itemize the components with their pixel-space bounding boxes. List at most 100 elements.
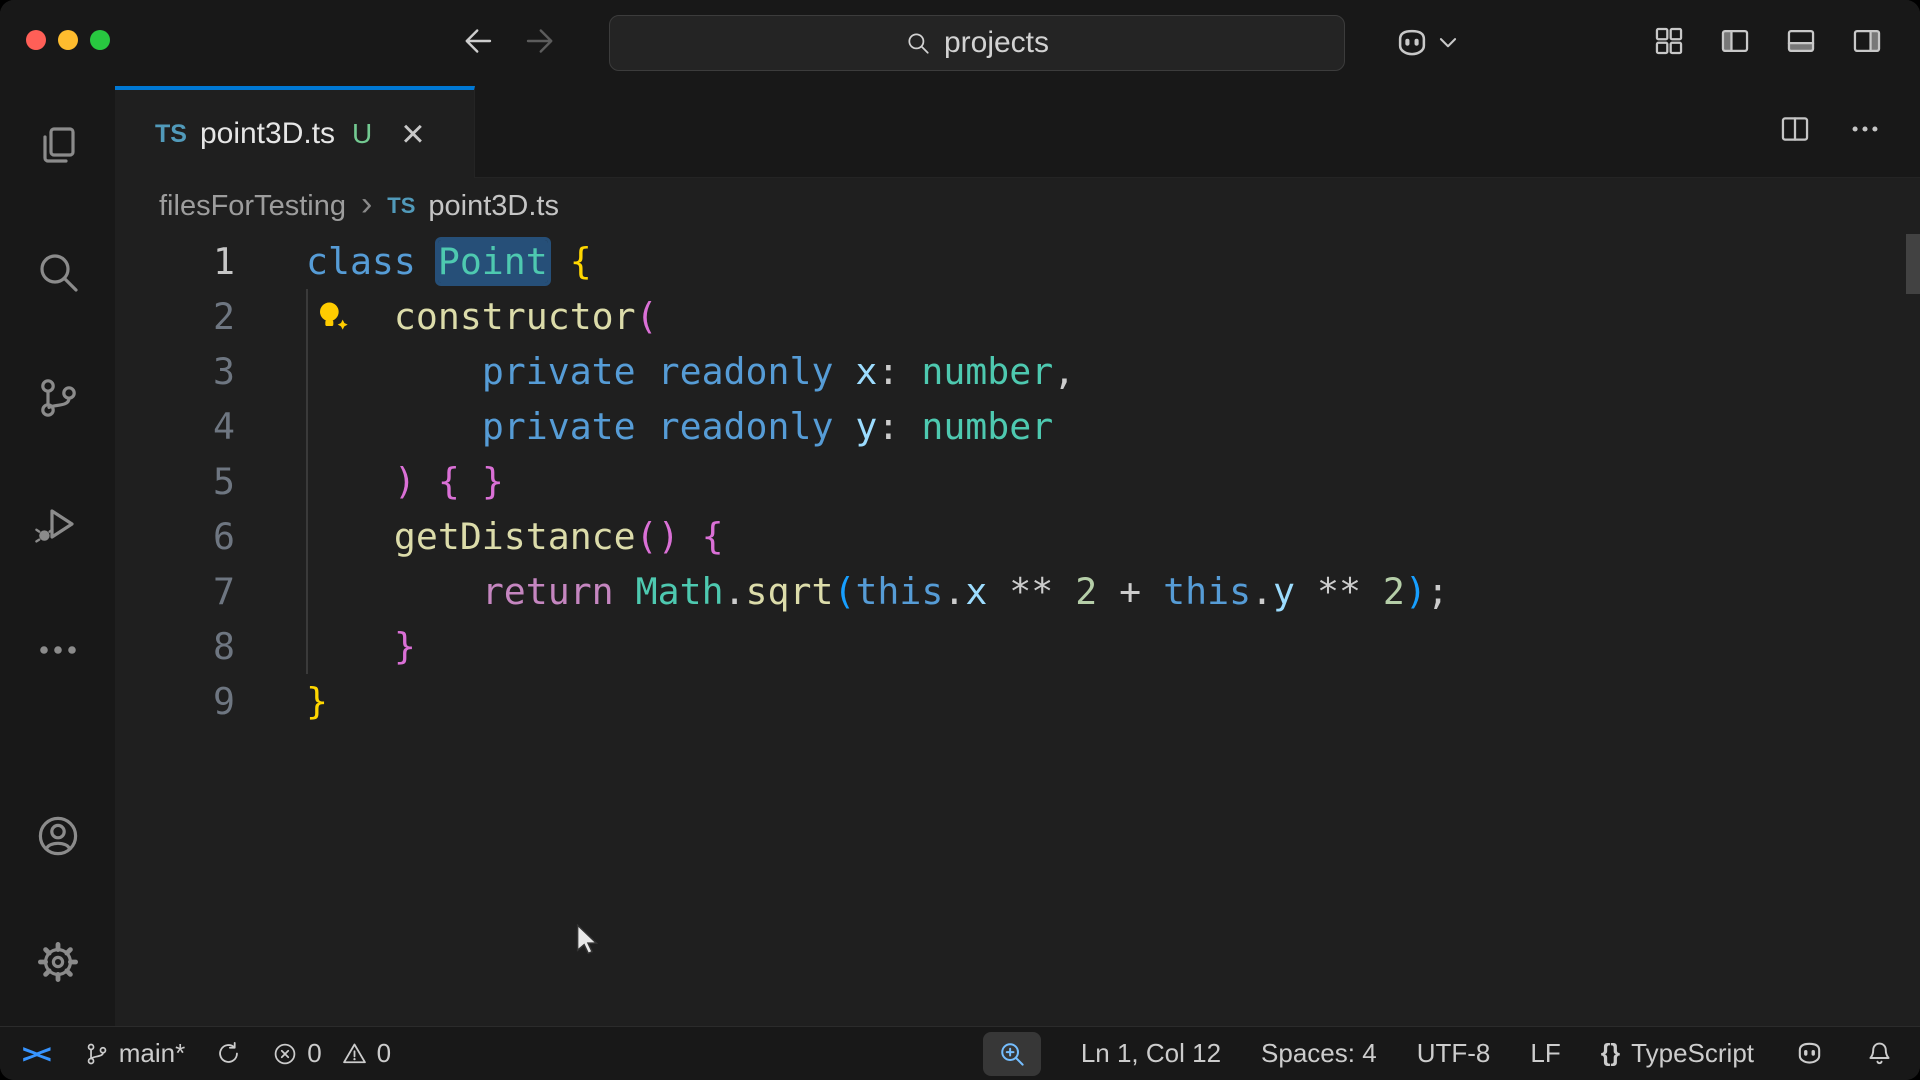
sync-button[interactable]: [215, 1040, 242, 1067]
problems-status[interactable]: 0 0: [272, 1038, 391, 1069]
code-token: }: [481, 460, 504, 503]
warning-count: 0: [376, 1038, 392, 1068]
code-token: this: [1163, 570, 1252, 613]
copilot-status[interactable]: [1794, 1038, 1825, 1069]
code-token: ,: [1053, 350, 1076, 393]
line-number: 3: [213, 350, 235, 393]
back-arrow-icon: [465, 28, 492, 53]
command-center-search[interactable]: projects: [609, 15, 1345, 71]
copilot-menu-button[interactable]: [1393, 0, 1457, 86]
eol-status[interactable]: LF: [1530, 1038, 1560, 1069]
activity-explorer[interactable]: [34, 122, 82, 170]
code-text: }: [306, 674, 328, 729]
activity-search[interactable]: [34, 248, 82, 296]
toggle-primary-sidebar-button[interactable]: [1718, 24, 1752, 63]
braces-icon: {}: [1600, 1039, 1621, 1067]
word-highlight: Point: [437, 240, 548, 283]
minimize-window-button[interactable]: [58, 30, 78, 50]
vertical-scrollbar[interactable]: [1906, 234, 1920, 294]
code-token: readonly: [657, 405, 834, 448]
code-token: }: [393, 625, 416, 668]
copilot-icon: [1798, 1042, 1821, 1064]
split-editor-button[interactable]: [1778, 112, 1812, 151]
code-text: getDistance() {: [306, 509, 724, 564]
code-line[interactable]: 9}: [115, 674, 1920, 729]
tab-bar: TS point3D.ts U ×: [115, 86, 1920, 178]
line-number: 4: [213, 405, 235, 448]
error-count: 0: [307, 1038, 322, 1068]
line-number: 5: [213, 460, 235, 503]
indent-guide: [306, 289, 308, 674]
close-tab-button[interactable]: ×: [401, 114, 424, 154]
code-token: (: [833, 570, 856, 613]
code-token: .: [723, 570, 746, 613]
code-line[interactable]: 1 class Point {: [115, 234, 1920, 289]
code-text: private readonly x: number,: [306, 344, 1075, 399]
status-bar: >< main* 0 0 Ln 1, Col 12 Spaces: 4 UTF-…: [0, 1026, 1920, 1080]
code-token: ): [1404, 570, 1427, 613]
code-token: Math: [635, 570, 724, 613]
git-branch-icon: [87, 1043, 107, 1064]
ellipsis-icon: [1852, 126, 1878, 132]
code-editor[interactable]: 1 class Point {2 constructor(3 private re…: [115, 234, 1920, 1026]
code-token: (): [635, 515, 680, 558]
customize-layout-button[interactable]: [1652, 24, 1686, 63]
tab-point3d[interactable]: TS point3D.ts U ×: [115, 86, 475, 178]
code-token: 2: [1382, 570, 1405, 613]
code-text: }: [306, 619, 416, 674]
back-button[interactable]: [460, 23, 496, 64]
git-branch-icon: [40, 379, 76, 417]
code-line[interactable]: 6 getDistance() {: [115, 509, 1920, 564]
activity-source-control[interactable]: [34, 374, 82, 422]
activity-run-debug[interactable]: [34, 500, 82, 548]
code-token: private: [481, 350, 636, 393]
typescript-file-icon: TS: [387, 193, 416, 218]
activity-more-views[interactable]: [34, 626, 82, 674]
fullscreen-window-button[interactable]: [90, 30, 110, 50]
ellipsis-icon: [39, 646, 76, 654]
close-window-button[interactable]: [26, 30, 46, 50]
activity-accounts[interactable]: [34, 812, 82, 860]
branch-status[interactable]: main*: [84, 1038, 185, 1069]
window-controls: [26, 30, 110, 50]
code-line[interactable]: 5 ) { }: [115, 454, 1920, 509]
code-token: getDistance: [393, 515, 636, 558]
code-lines: 1 class Point {2 constructor(3 private re…: [115, 234, 1920, 729]
encoding-status[interactable]: UTF-8: [1417, 1038, 1491, 1069]
line-number: 8: [213, 625, 235, 668]
zoom-indicator[interactable]: [982, 1031, 1041, 1076]
code-line[interactable]: 2 constructor(: [115, 289, 1920, 344]
activity-settings[interactable]: [34, 938, 82, 986]
forward-button[interactable]: [522, 23, 558, 64]
code-line[interactable]: 7 return Math.sqrt(this.x ** 2 + this.y …: [115, 564, 1920, 619]
toggle-secondary-sidebar-button[interactable]: [1850, 24, 1884, 63]
lightbulb-icon[interactable]: [311, 296, 351, 336]
cursor-position[interactable]: Ln 1, Col 12: [1081, 1038, 1221, 1069]
code-line[interactable]: 4 private readonly y: number: [115, 399, 1920, 454]
code-token: :: [877, 350, 922, 393]
code-token: 2: [1075, 570, 1098, 613]
code-line[interactable]: 8 }: [115, 619, 1920, 674]
notifications-button[interactable]: [1865, 1039, 1894, 1068]
code-token: {: [437, 460, 460, 503]
editor-group: TS point3D.ts U × filesForTesting › TS p…: [115, 86, 1920, 1026]
remote-indicator[interactable]: ><: [22, 1037, 54, 1070]
branch-label: main*: [118, 1038, 186, 1068]
chevron-down-icon: [1439, 38, 1457, 48]
more-actions-button[interactable]: [1848, 112, 1882, 151]
error-icon: [274, 1043, 296, 1064]
code-token: readonly: [657, 350, 834, 393]
toggle-panel-button[interactable]: [1784, 24, 1818, 63]
indentation-status[interactable]: Spaces: 4: [1261, 1038, 1377, 1069]
code-token: return: [481, 570, 614, 613]
language-mode[interactable]: {} TypeScript: [1601, 1038, 1754, 1069]
history-navigation: [460, 0, 558, 86]
copilot-icon: [1398, 29, 1426, 56]
breadcrumb-file[interactable]: point3D.ts: [428, 190, 559, 223]
code-line[interactable]: 3 private readonly x: number,: [115, 344, 1920, 399]
breadcrumb-folder[interactable]: filesForTesting: [159, 190, 346, 223]
search-icon: [908, 33, 929, 54]
